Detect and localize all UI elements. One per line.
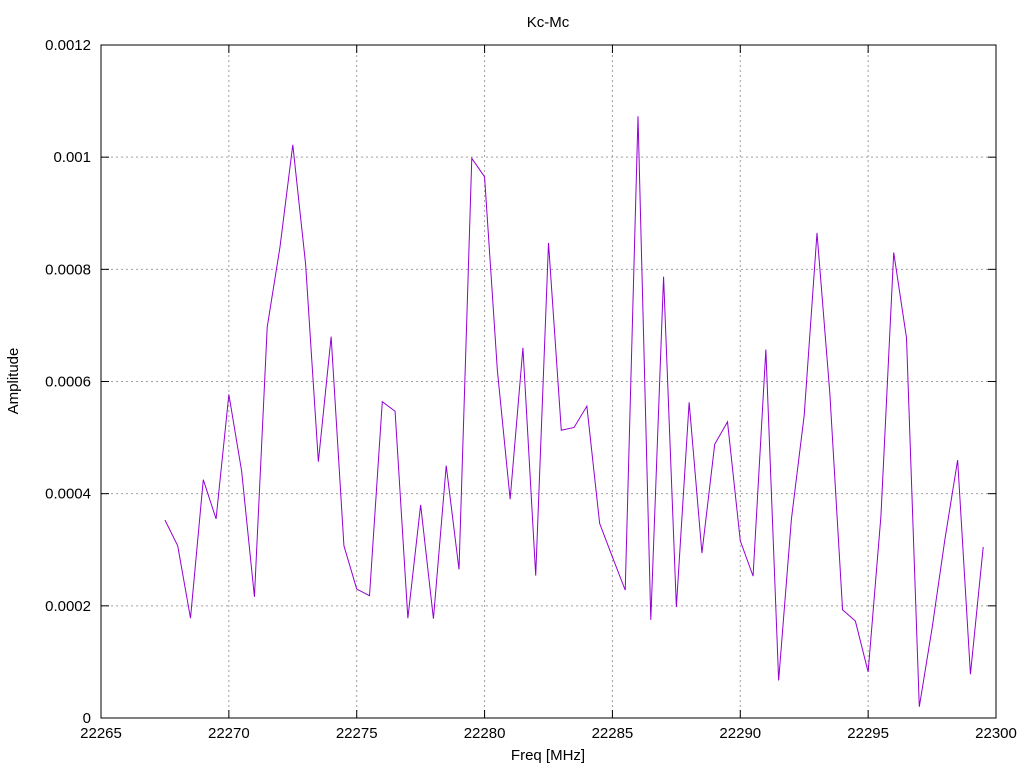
- x-tick-label: 22290: [719, 725, 761, 742]
- chart: 22265 22270 22275 22280 22285 22290 22295 22300…: [0, 0, 1024, 768]
- x-tick-label: 22300: [975, 725, 1017, 742]
- y-axis-title: Amplitude: [5, 348, 22, 415]
- x-axis-title: Freq [MHz]: [511, 747, 585, 764]
- y-tick-label: 0.001: [53, 149, 91, 166]
- x-tick-label: 22295: [847, 725, 889, 742]
- x-tick-label: 22275: [336, 725, 378, 742]
- y-tick-label: 0.0008: [45, 261, 91, 278]
- x-tick-label: 22265: [80, 725, 122, 742]
- x-tick-label: 22270: [208, 725, 250, 742]
- y-tick-label: 0: [83, 710, 91, 727]
- y-tick-label: 0.0004: [45, 486, 91, 503]
- y-tick-label: 0.0002: [45, 598, 91, 615]
- chart-title: Kc-Mc: [527, 14, 570, 31]
- y-tick-label: 0.0006: [45, 374, 91, 391]
- y-tick-label: 0.0012: [45, 37, 91, 54]
- x-tick-label: 22280: [464, 725, 506, 742]
- x-tick-label: 22285: [592, 725, 634, 742]
- chart-background: [0, 0, 1024, 768]
